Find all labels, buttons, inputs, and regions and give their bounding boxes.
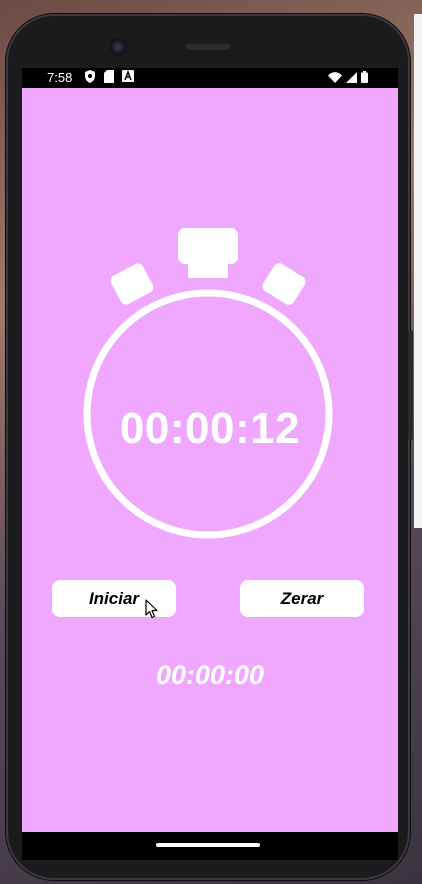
mouse-cursor-icon [145, 599, 159, 624]
lap-time-display: 00:00:00 [155, 660, 265, 690]
text-a-icon [122, 69, 134, 86]
front-camera [109, 38, 127, 56]
reset-button[interactable]: Zerar [240, 580, 364, 617]
battery-icon [361, 71, 368, 86]
stopwatch-icon [83, 228, 333, 539]
app-screen: 00:00:12 Iniciar Zerar 00:00:00 [22, 88, 398, 832]
earpiece-speaker [186, 44, 230, 50]
navigation-bar [22, 832, 398, 860]
status-time: 7:58 [47, 70, 73, 85]
timer-display: 00:00:12 [119, 404, 301, 453]
signal-icon [346, 71, 357, 86]
background-window [414, 14, 422, 528]
status-bar: 7:58 [22, 68, 398, 88]
wifi-icon [328, 71, 342, 86]
shield-icon [84, 70, 96, 86]
sim-card-icon [104, 70, 114, 86]
power-button [408, 330, 413, 440]
home-gesture-handle[interactable] [156, 843, 260, 847]
